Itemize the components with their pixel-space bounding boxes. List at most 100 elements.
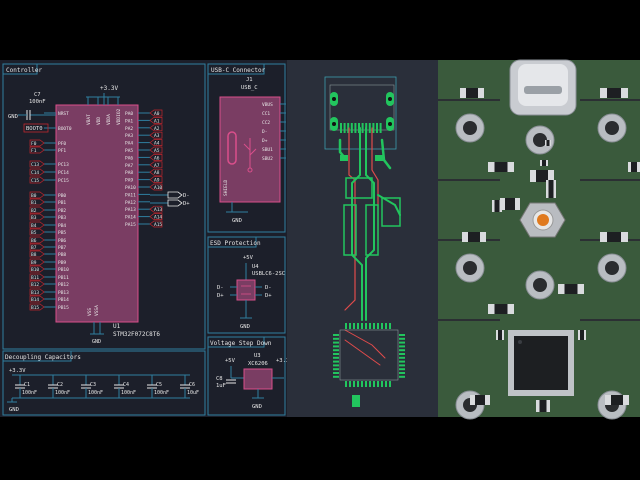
mcu-net-b5: B5 [31, 230, 37, 236]
mcu-net-c13: C13 [31, 162, 39, 168]
mcu-pin-pb11: PB11 [58, 275, 69, 281]
qfp-pad [333, 345, 339, 348]
usbc-connector-symbol[interactable]: J1 USB_C VBUS CC1 CC2 D- D+ SBU1 SBU2 SHIELD G… [219, 77, 286, 224]
mcu-pin-pb1: PB1 [58, 200, 66, 206]
cap-value-c3: 100nF [88, 390, 103, 396]
svg-text:GND: GND [232, 218, 242, 224]
mcu-pin-pb5: PB5 [58, 230, 66, 236]
qfp-pad [353, 323, 355, 329]
usb-pad [354, 123, 357, 133]
pcb-layout-pane[interactable] [287, 60, 438, 417]
svg-text:D-: D- [217, 285, 224, 291]
qfp-pad [333, 368, 339, 371]
cap-ref-c4: C4 [123, 382, 129, 388]
smd-body [564, 284, 578, 294]
mcu-pin-pb2: PB2 [58, 208, 66, 214]
qfp-pad [381, 381, 383, 387]
mcu-pin-vbat: VBAT [86, 114, 92, 125]
usb-pad [343, 123, 346, 133]
usb-pad [376, 123, 378, 133]
smd-body [498, 330, 502, 340]
qfp-pad [333, 375, 339, 378]
switch-hole [605, 261, 619, 275]
mcu-gnd-label: GND [92, 339, 101, 345]
mcu-power-label: +3.3V [100, 85, 118, 92]
usb-pad [368, 123, 371, 133]
usb-pad [350, 123, 353, 133]
mcu-net-a8: A8 [154, 170, 160, 176]
switch-hole [463, 121, 477, 135]
mcu-net-b11: B11 [31, 275, 39, 281]
svg-text:BOOT0: BOOT0 [26, 126, 43, 132]
switch-hole [605, 121, 619, 135]
svg-text:D-: D- [265, 285, 272, 291]
qfp-pad [369, 381, 371, 387]
svg-text:GND: GND [240, 324, 250, 330]
svg-text:VSSA: VSSA [94, 305, 100, 316]
schematic-pane[interactable]: Controller USB-C Connector ESD Protectio… [0, 60, 293, 417]
svg-text:D+: D+ [217, 293, 224, 299]
section-title-usbc: USB-C Connector [211, 67, 266, 74]
svg-text:GND: GND [8, 114, 18, 120]
mcu-pin-pb0: PB0 [58, 193, 66, 199]
usb-pad [379, 123, 382, 133]
smd-body [548, 180, 554, 198]
smd-body [468, 232, 480, 242]
qfp-pad [399, 375, 405, 378]
qfp-pad [345, 381, 347, 387]
cap-value-c2: 100nF [55, 390, 70, 396]
svg-text:U4: U4 [252, 264, 259, 270]
qfp-pad [381, 323, 383, 329]
smd-body [546, 140, 550, 146]
qfp-pad [353, 381, 355, 387]
qfp-pad [377, 323, 379, 329]
dm-net-label: D- [183, 193, 190, 199]
qfp-pad [399, 356, 405, 359]
qfp-pad [399, 341, 405, 344]
pcb-background [287, 60, 438, 417]
usbc-pin-cc1: CC1 [262, 111, 270, 117]
switch-hole [463, 261, 477, 275]
smd-body [607, 232, 621, 242]
usbc-pin-d+: D+ [262, 138, 268, 144]
svg-text:GND: GND [9, 407, 19, 413]
board-3d-render-pane[interactable] [438, 59, 640, 420]
svg-text:C7: C7 [34, 92, 41, 98]
smd-body [539, 400, 547, 412]
mcu-net-a7: A7 [154, 163, 160, 169]
qfp-pad [357, 381, 359, 387]
cap-ref-c1: C1 [24, 382, 30, 388]
vreg-body [243, 368, 273, 390]
svg-text:XC6206: XC6206 [248, 361, 268, 367]
mcu-pin-pb3: PB3 [58, 215, 66, 221]
usbc-pin-cc2: CC2 [262, 120, 270, 126]
mcu-net-a9: A9 [154, 178, 160, 184]
mcu-net-b7: B7 [31, 245, 37, 251]
mcu-net-f1: F1 [31, 148, 37, 154]
dp-net-label: D+ [183, 201, 190, 207]
mcu-pin-pb15: PB15 [58, 305, 69, 311]
cap-ref-c5: C5 [156, 382, 162, 388]
qfp-pad [333, 337, 339, 340]
reset-button-3d [519, 202, 566, 238]
mcu-pin-pc14: PC14 [58, 170, 69, 176]
usb-pad [340, 123, 342, 133]
usbc-receptacle-3d [509, 59, 577, 116]
mcu-pin-pa0: PA0 [125, 111, 133, 117]
section-title-controller: Controller [6, 67, 43, 74]
qfp-pad [333, 364, 339, 367]
svg-text:+3.3V: +3.3V [9, 368, 26, 374]
mcu-net-a13: A13 [154, 207, 162, 213]
section-title-decoupling: Decoupling Capacitors [5, 354, 81, 361]
qfp-pad [373, 323, 375, 329]
mcu-net-b6: B6 [31, 238, 37, 244]
cap-ref-c6: C6 [189, 382, 195, 388]
qfp-pad [389, 323, 391, 329]
section-title-esd: ESD Protection [210, 240, 261, 247]
qfp-pad [399, 353, 405, 355]
qfp-pad [399, 360, 405, 363]
mcu-pin-pb14: PB14 [58, 297, 69, 303]
qfp-pad [399, 349, 405, 352]
mcu-net-b13: B13 [31, 290, 39, 296]
mcu-pin-nrst: NRST [58, 111, 69, 117]
